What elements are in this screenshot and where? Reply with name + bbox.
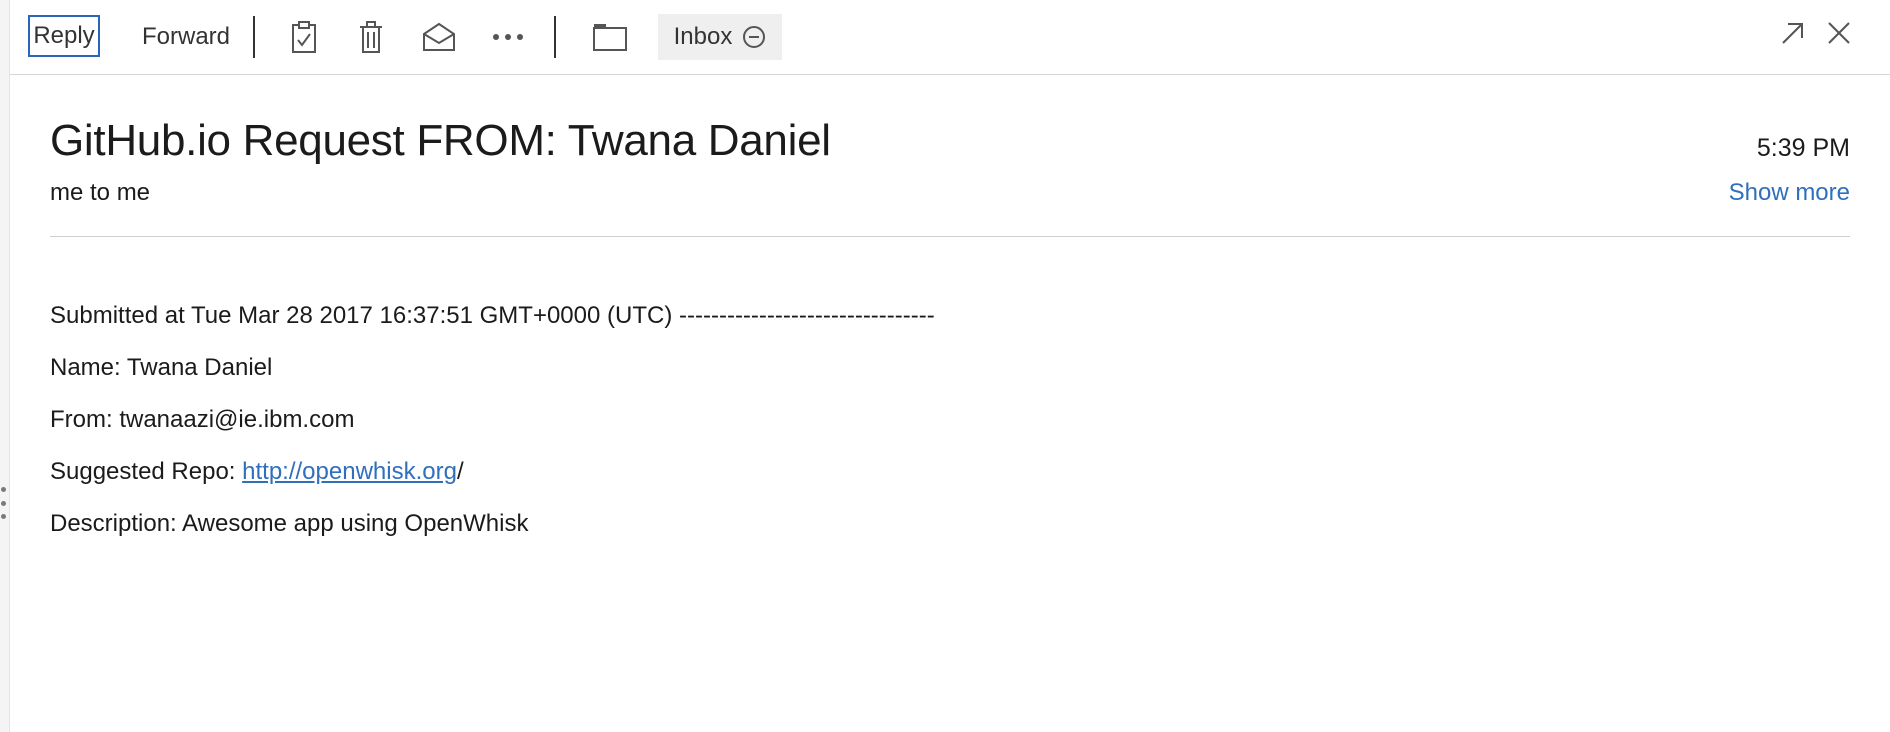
message-body: Submitted at Tue Mar 28 2017 16:37:51 GM… bbox=[50, 290, 935, 550]
body-submitted-line: Submitted at Tue Mar 28 2017 16:37:51 GM… bbox=[50, 302, 935, 329]
mark-complete-button[interactable] bbox=[280, 14, 328, 60]
toolbar-divider bbox=[554, 16, 556, 58]
move-to-folder-button[interactable] bbox=[582, 14, 638, 60]
repo-link[interactable]: http://openwhisk.org bbox=[242, 458, 457, 485]
remove-circle-icon[interactable] bbox=[742, 25, 766, 49]
body-name-line: Name: Twana Daniel bbox=[50, 354, 273, 381]
toolbar-divider bbox=[253, 16, 255, 58]
reply-button[interactable]: Reply bbox=[28, 15, 100, 57]
message-toolbar: Reply Forward Inbox bbox=[10, 0, 1890, 75]
handle-dot bbox=[0, 500, 6, 506]
handle-dot bbox=[0, 487, 6, 492]
open-envelope-icon bbox=[423, 22, 455, 51]
clipboard-check-icon bbox=[292, 21, 316, 53]
sender-recipient: me to me bbox=[50, 179, 151, 206]
more-icon bbox=[493, 34, 523, 40]
repo-prefix: Suggested Repo: bbox=[50, 458, 243, 485]
show-more-link[interactable]: Show more bbox=[1729, 179, 1850, 207]
window-controls bbox=[1780, 20, 1852, 46]
body-from-line: From: twanaazi@ie.ibm.com bbox=[50, 406, 355, 433]
repo-suffix: / bbox=[456, 458, 464, 485]
left-panel-edge bbox=[0, 0, 10, 732]
more-actions-button[interactable] bbox=[484, 14, 532, 60]
header-divider bbox=[50, 236, 1850, 237]
trash-icon bbox=[360, 21, 382, 53]
folder-chip[interactable]: Inbox bbox=[658, 14, 782, 60]
expand-icon[interactable] bbox=[1780, 20, 1806, 46]
message-time: 5:39 PM bbox=[1756, 134, 1850, 162]
folder-chip-label: Inbox bbox=[673, 23, 733, 50]
handle-dot bbox=[0, 514, 6, 519]
body-description-line: Description: Awesome app using OpenWhisk bbox=[50, 510, 529, 537]
folder-icon bbox=[593, 24, 627, 51]
resize-handle[interactable] bbox=[0, 487, 6, 519]
close-icon[interactable] bbox=[1826, 20, 1852, 46]
delete-button[interactable] bbox=[347, 14, 395, 60]
forward-button[interactable]: Forward bbox=[130, 14, 242, 60]
message-subject: GitHub.io Request FROM: Twana Daniel bbox=[50, 116, 831, 165]
body-repo-line: Suggested Repo: http://openwhisk.org/ bbox=[50, 446, 935, 498]
mark-read-button[interactable] bbox=[415, 14, 463, 60]
